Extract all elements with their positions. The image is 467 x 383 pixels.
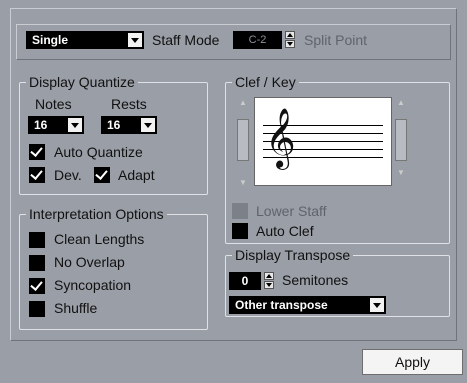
split-point-spinner[interactable] — [285, 31, 295, 49]
key-scrollbar[interactable]: ▲ ▼ — [395, 99, 407, 187]
rests-quantize-dropdown[interactable]: 16 — [101, 116, 157, 134]
clean-lengths-label: Clean Lengths — [54, 231, 145, 247]
notes-label: Notes — [35, 96, 72, 112]
shuffle-label: Shuffle — [54, 300, 98, 316]
spin-up-icon[interactable] — [285, 31, 295, 39]
split-point-value: C-2 — [248, 34, 267, 46]
scroll-down-icon[interactable]: ▼ — [239, 179, 247, 187]
auto-quantize-label: Auto Quantize — [54, 144, 143, 160]
chevron-down-icon — [128, 33, 142, 47]
apply-button[interactable]: Apply — [362, 349, 463, 375]
scroll-up-icon[interactable]: ▲ — [239, 99, 247, 107]
interpretation-options-title: Interpretation Options — [26, 205, 167, 223]
adapt-label: Adapt — [118, 167, 155, 183]
clef-staff-display: 𝄞 — [254, 97, 392, 186]
display-quantize-title: Display Quantize — [26, 73, 138, 91]
clean-lengths-checkbox[interactable] — [29, 232, 45, 248]
lower-staff-label: Lower Staff — [256, 203, 327, 219]
semitones-spinner[interactable] — [264, 272, 274, 290]
transpose-value: Other transpose — [235, 298, 328, 312]
spin-down-icon[interactable] — [285, 40, 295, 48]
lower-staff-checkbox[interactable] — [232, 203, 248, 219]
staff-mode-value: Single — [32, 33, 69, 47]
scroll-down-icon[interactable]: ▼ — [397, 169, 405, 177]
auto-quantize-checkbox[interactable] — [29, 144, 45, 160]
rests-label: Rests — [111, 96, 147, 112]
no-overlap-checkbox[interactable] — [29, 255, 45, 271]
semitones-field[interactable]: 0 — [229, 272, 261, 290]
split-point-field[interactable]: C-2 — [233, 31, 282, 49]
staff-mode-label: Staff Mode — [152, 32, 220, 48]
chevron-down-icon — [141, 118, 155, 132]
no-overlap-label: No Overlap — [54, 254, 125, 270]
chevron-down-icon[interactable] — [370, 298, 384, 312]
clef-key-title: Clef / Key — [232, 73, 299, 91]
display-transpose-title: Display Transpose — [232, 246, 354, 264]
staff-mode-dropdown[interactable]: Single — [26, 31, 144, 49]
syncopation-checkbox[interactable] — [29, 278, 45, 294]
auto-clef-checkbox[interactable] — [232, 223, 248, 239]
spin-down-icon[interactable] — [264, 281, 274, 289]
spin-up-icon[interactable] — [264, 272, 274, 280]
scroll-up-icon[interactable]: ▲ — [397, 99, 405, 107]
shuffle-checkbox[interactable] — [29, 301, 45, 317]
treble-clef-icon: 𝄞 — [265, 108, 296, 168]
split-point-label: Split Point — [304, 32, 368, 48]
dev-checkbox[interactable] — [29, 167, 45, 183]
clef-scrollbar[interactable]: ▲ ▼ — [237, 99, 249, 187]
auto-clef-label: Auto Clef — [256, 223, 314, 239]
scroll-thumb[interactable] — [237, 119, 249, 161]
notes-quantize-dropdown[interactable]: 16 — [28, 116, 84, 134]
syncopation-label: Syncopation — [54, 277, 132, 293]
semitones-label: Semitones — [282, 272, 349, 288]
dev-label: Dev. — [54, 167, 82, 183]
transpose-dropdown[interactable]: Other transpose — [229, 296, 386, 314]
semitones-value: 0 — [241, 274, 249, 288]
scroll-thumb[interactable] — [395, 119, 407, 161]
chevron-down-icon — [68, 118, 82, 132]
adapt-checkbox[interactable] — [94, 167, 110, 183]
rests-quantize-value: 16 — [107, 118, 121, 132]
notes-quantize-value: 16 — [34, 118, 48, 132]
